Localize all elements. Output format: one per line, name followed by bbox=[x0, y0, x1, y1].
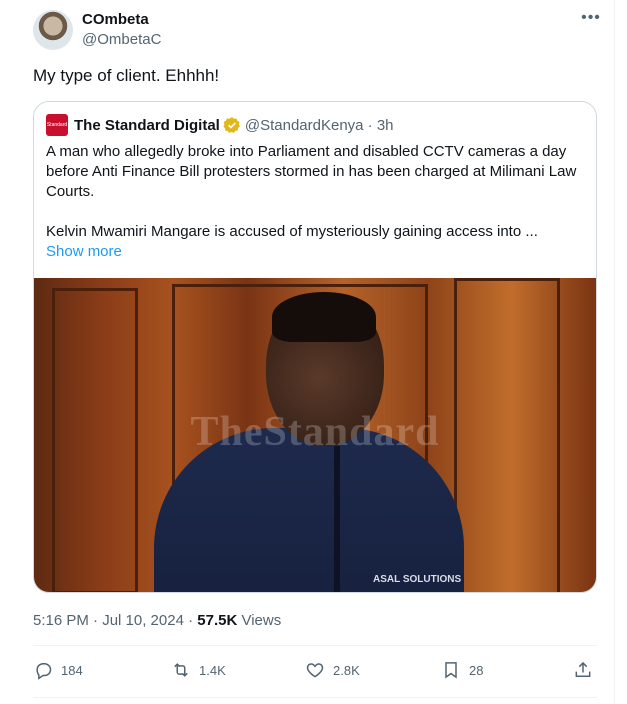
meta-divider bbox=[33, 645, 597, 646]
action-bar: 184 1.4K 2.8K 28 bbox=[33, 660, 601, 684]
quoted-author-name[interactable]: The Standard Digital bbox=[74, 117, 220, 134]
bookmark-icon bbox=[445, 662, 457, 679]
tweet-text: My type of client. Ehhhh! bbox=[33, 66, 220, 85]
quoted-paragraph-1: A man who allegedly broke into Parliamen… bbox=[46, 143, 577, 200]
more-options-button[interactable]: ••• bbox=[580, 9, 602, 29]
author-display-name[interactable]: COmbeta bbox=[82, 11, 161, 29]
author-block: COmbeta @OmbetaC bbox=[82, 11, 161, 51]
repost-count: 1.4K bbox=[199, 662, 226, 678]
tweet-meta: 5:16 PM · Jul 10, 2024 · 57.5K Views bbox=[33, 612, 281, 629]
share-button[interactable] bbox=[573, 660, 601, 680]
photo-jacket-zip bbox=[334, 446, 340, 592]
quoted-author-handle-time: @StandardKenya · 3h bbox=[244, 116, 394, 134]
reply-count: 184 bbox=[61, 662, 83, 678]
repost-icon bbox=[174, 663, 188, 677]
quoted-tweet-card[interactable]: Standard The Standard Digital @StandardK… bbox=[33, 101, 597, 593]
like-icon bbox=[306, 663, 324, 678]
bookmark-button[interactable]: 28 bbox=[441, 660, 483, 680]
like-count: 2.8K bbox=[333, 662, 360, 678]
reply-button[interactable]: 184 bbox=[33, 660, 83, 680]
reply-icon bbox=[36, 663, 52, 680]
photo-person-hair bbox=[272, 292, 376, 342]
share-icon bbox=[575, 661, 591, 677]
views-count: 57.5K bbox=[197, 612, 238, 629]
author-avatar[interactable] bbox=[33, 10, 73, 50]
quoted-paragraph-2: Kelvin Mwamiri Mangare is accused of mys… bbox=[46, 223, 538, 240]
author-handle[interactable]: @OmbetaC bbox=[82, 29, 161, 51]
like-button[interactable]: 2.8K bbox=[305, 660, 360, 680]
tweet-timestamp[interactable]: 5:16 PM · Jul 10, 2024 · bbox=[33, 612, 197, 629]
views-label: Views bbox=[237, 612, 282, 629]
quoted-tweet-body: A man who allegedly broke into Parliamen… bbox=[46, 142, 586, 262]
verified-icon bbox=[223, 117, 240, 133]
photo-watermark: TheStandard bbox=[190, 409, 440, 455]
bookmark-count: 28 bbox=[469, 662, 484, 678]
quoted-author-logo: Standard bbox=[46, 114, 68, 136]
more-icon: ••• bbox=[581, 9, 601, 26]
quoted-tweet-header: Standard The Standard Digital @StandardK… bbox=[46, 114, 394, 136]
bottom-divider bbox=[33, 697, 597, 698]
repost-button[interactable]: 1.4K bbox=[171, 660, 226, 680]
quoted-tweet-photo[interactable]: TheStandard ASAL SOLUTIONS bbox=[34, 278, 596, 592]
photo-shirt-logo: ASAL SOLUTIONS bbox=[373, 574, 462, 585]
timeline-border bbox=[614, 0, 615, 704]
show-more-link[interactable]: Show more bbox=[46, 242, 586, 262]
